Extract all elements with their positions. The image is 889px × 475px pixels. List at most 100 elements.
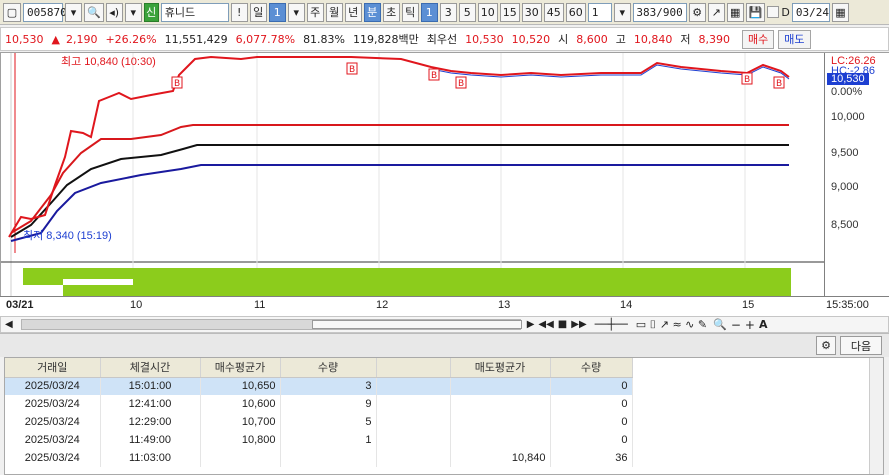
col-header[interactable]: 수량 xyxy=(550,358,633,378)
high-annotation: 최고 10,840 (10:30) xyxy=(61,55,156,68)
scroll-left-icon[interactable]: ◀ xyxy=(5,319,13,330)
toolbar: ▢ 005870 ▾ 🔍 ◂) ▾ 신 휴니드 ! 일 1 ▾ 주 월 년 분 … xyxy=(0,0,889,25)
period-second-button[interactable]: 초 xyxy=(382,2,400,22)
plus-icon[interactable]: + xyxy=(745,318,755,332)
interval-30-button[interactable]: 30 xyxy=(521,2,542,22)
period-month-button[interactable]: 월 xyxy=(325,2,343,22)
alert-button[interactable]: ! xyxy=(230,2,248,22)
table-row[interactable]: 2025/03/24 11:03:00 10,840 36 xyxy=(5,449,633,467)
interval-15-button[interactable]: 15 xyxy=(499,2,520,22)
col-header[interactable]: 매수평균가 xyxy=(200,358,281,378)
col-header[interactable]: 체결시간 xyxy=(100,358,201,378)
save-icon[interactable]: 💾 xyxy=(745,2,766,22)
cell: 10,700 xyxy=(200,413,281,431)
turnover-rate: 81.83% xyxy=(303,32,346,46)
table-row[interactable]: 2025/03/24 12:29:00 10,700 5 0 xyxy=(5,413,633,431)
next-button[interactable]: 다음 xyxy=(840,336,882,355)
play-icon[interactable]: ▶▶ xyxy=(571,319,586,330)
data-count-input[interactable]: 383/900 xyxy=(632,2,687,22)
up-arrow-icon: ▲ xyxy=(51,32,60,46)
sell-button[interactable]: 매도 xyxy=(778,29,811,49)
window-icon[interactable]: ▢ xyxy=(3,2,21,22)
cell xyxy=(376,449,451,467)
change-amount: 2,190 xyxy=(65,32,98,46)
scroll-right-icon[interactable]: ▶ xyxy=(527,319,535,330)
cell xyxy=(200,449,281,467)
volume: 11,551,429 xyxy=(164,32,228,46)
calendar-icon[interactable]: ▦ xyxy=(831,2,849,22)
zoom-slider-icon[interactable]: ──┼── xyxy=(595,318,628,331)
interval-5-button[interactable]: 5 xyxy=(458,2,476,22)
list-vscroll[interactable] xyxy=(869,358,883,474)
price-axis: LC:26.26 HC:-2.86 10,530 0.00% 10,000 9,… xyxy=(824,53,889,317)
cell: 2025/03/24 xyxy=(5,431,101,449)
y-tick: 9,500 xyxy=(831,147,859,159)
interval-60-button[interactable]: 60 xyxy=(565,2,586,22)
volume-rate: 6,077.78% xyxy=(235,32,296,46)
stock-name-input[interactable]: 휴니드 xyxy=(160,2,229,22)
cell xyxy=(450,431,551,449)
date-checkbox[interactable] xyxy=(767,6,780,18)
col-header[interactable]: 수량 xyxy=(280,358,377,378)
cell: 0 xyxy=(550,413,633,431)
pct-label: 0.00% xyxy=(831,86,863,98)
period-num-input[interactable]: 1 xyxy=(268,2,286,22)
zoom-icon[interactable]: 🔍 xyxy=(713,318,727,331)
interval-3-button[interactable]: 3 xyxy=(439,2,457,22)
low-label: 저 xyxy=(680,33,691,46)
chart-type-icon[interactable]: ↗ xyxy=(707,2,725,22)
cell xyxy=(376,431,451,449)
count-dropdown-icon[interactable]: ▾ xyxy=(613,2,631,22)
y-tick: 10,000 xyxy=(831,111,865,123)
chart-canvas[interactable]: 최고 10,840 (10:30) 최저 8,340 (15:19) BBBB B… xyxy=(1,53,824,317)
count-input[interactable]: 1 xyxy=(587,2,612,22)
low-annotation: 최저 8,340 (15:19) xyxy=(23,229,112,242)
cell: 10,650 xyxy=(200,377,281,395)
interval-10-button[interactable]: 10 xyxy=(477,2,498,22)
stock-code-input[interactable]: 005870 xyxy=(23,2,67,22)
high-label: 고 xyxy=(615,33,626,46)
open-label: 시 xyxy=(558,33,569,46)
price-chart[interactable]: 최고 10,840 (10:30) 최저 8,340 (15:19) BBBBB… xyxy=(0,52,889,317)
stop-icon[interactable]: ■ xyxy=(558,319,567,330)
trade-list: 거래일 체결시간 매수평균가 수량 매도평균가 수량 2025/03/24 15… xyxy=(4,357,884,475)
indicator-icon[interactable]: ▦ xyxy=(726,2,744,22)
scroll-track[interactable] xyxy=(20,319,522,330)
trade-table: 거래일 체결시간 매수평균가 수량 매도평균가 수량 2025/03/24 15… xyxy=(5,358,633,467)
drawing-tools-icon[interactable]: ▭ ⌷ ↗ ≈ ∿ ✎ xyxy=(636,318,707,332)
cell xyxy=(376,395,451,413)
scroll-thumb[interactable] xyxy=(311,320,522,329)
chart-scrollbar[interactable]: ◀ ▶ ◀◀ ■ ▶▶ ──┼── ▭ ⌷ ↗ ≈ ∿ ✎ 🔍 − + A xyxy=(0,316,889,333)
sound-icon[interactable]: ◂) xyxy=(105,2,123,22)
buy-button[interactable]: 매수 xyxy=(742,29,775,49)
gear-icon[interactable]: ⚙ xyxy=(816,336,836,355)
signal-label: B xyxy=(776,79,782,89)
date-input[interactable]: 03/24 xyxy=(791,2,830,22)
period-tick-button[interactable]: 틱 xyxy=(401,2,419,22)
col-header[interactable] xyxy=(376,358,451,378)
candle-settings-icon[interactable]: ⚙ xyxy=(688,2,706,22)
period-minute-button[interactable]: 분 xyxy=(363,2,381,22)
dropdown-icon[interactable]: ▾ xyxy=(124,2,142,22)
search-icon[interactable]: 🔍 xyxy=(84,2,104,22)
cell: 2025/03/24 xyxy=(5,449,101,467)
minus-icon[interactable]: − xyxy=(731,318,741,332)
best-bid: 10,520 xyxy=(511,32,551,46)
cell: 15:01:00 xyxy=(100,377,201,395)
x-label: 11 xyxy=(254,299,266,311)
period-week-button[interactable]: 주 xyxy=(306,2,324,22)
table-row[interactable]: 2025/03/24 11:49:00 10,800 1 0 xyxy=(5,431,633,449)
interval-45-button[interactable]: 45 xyxy=(543,2,564,22)
font-size-icon[interactable]: A xyxy=(759,318,768,331)
period-day-button[interactable]: 일 xyxy=(249,2,267,22)
interval-1-button[interactable]: 1 xyxy=(420,2,438,22)
ma-black-line xyxy=(10,144,789,238)
rewind-icon[interactable]: ◀◀ xyxy=(538,319,553,330)
code-dropdown-icon[interactable]: ▾ xyxy=(65,2,82,22)
table-row[interactable]: 2025/03/24 15:01:00 10,650 3 0 xyxy=(5,377,633,395)
col-header[interactable]: 거래일 xyxy=(5,358,101,378)
table-row[interactable]: 2025/03/24 12:41:00 10,600 9 0 xyxy=(5,395,633,413)
col-header[interactable]: 매도평균가 xyxy=(450,358,551,378)
period-year-button[interactable]: 년 xyxy=(344,2,362,22)
period-dropdown-icon[interactable]: ▾ xyxy=(287,2,305,22)
